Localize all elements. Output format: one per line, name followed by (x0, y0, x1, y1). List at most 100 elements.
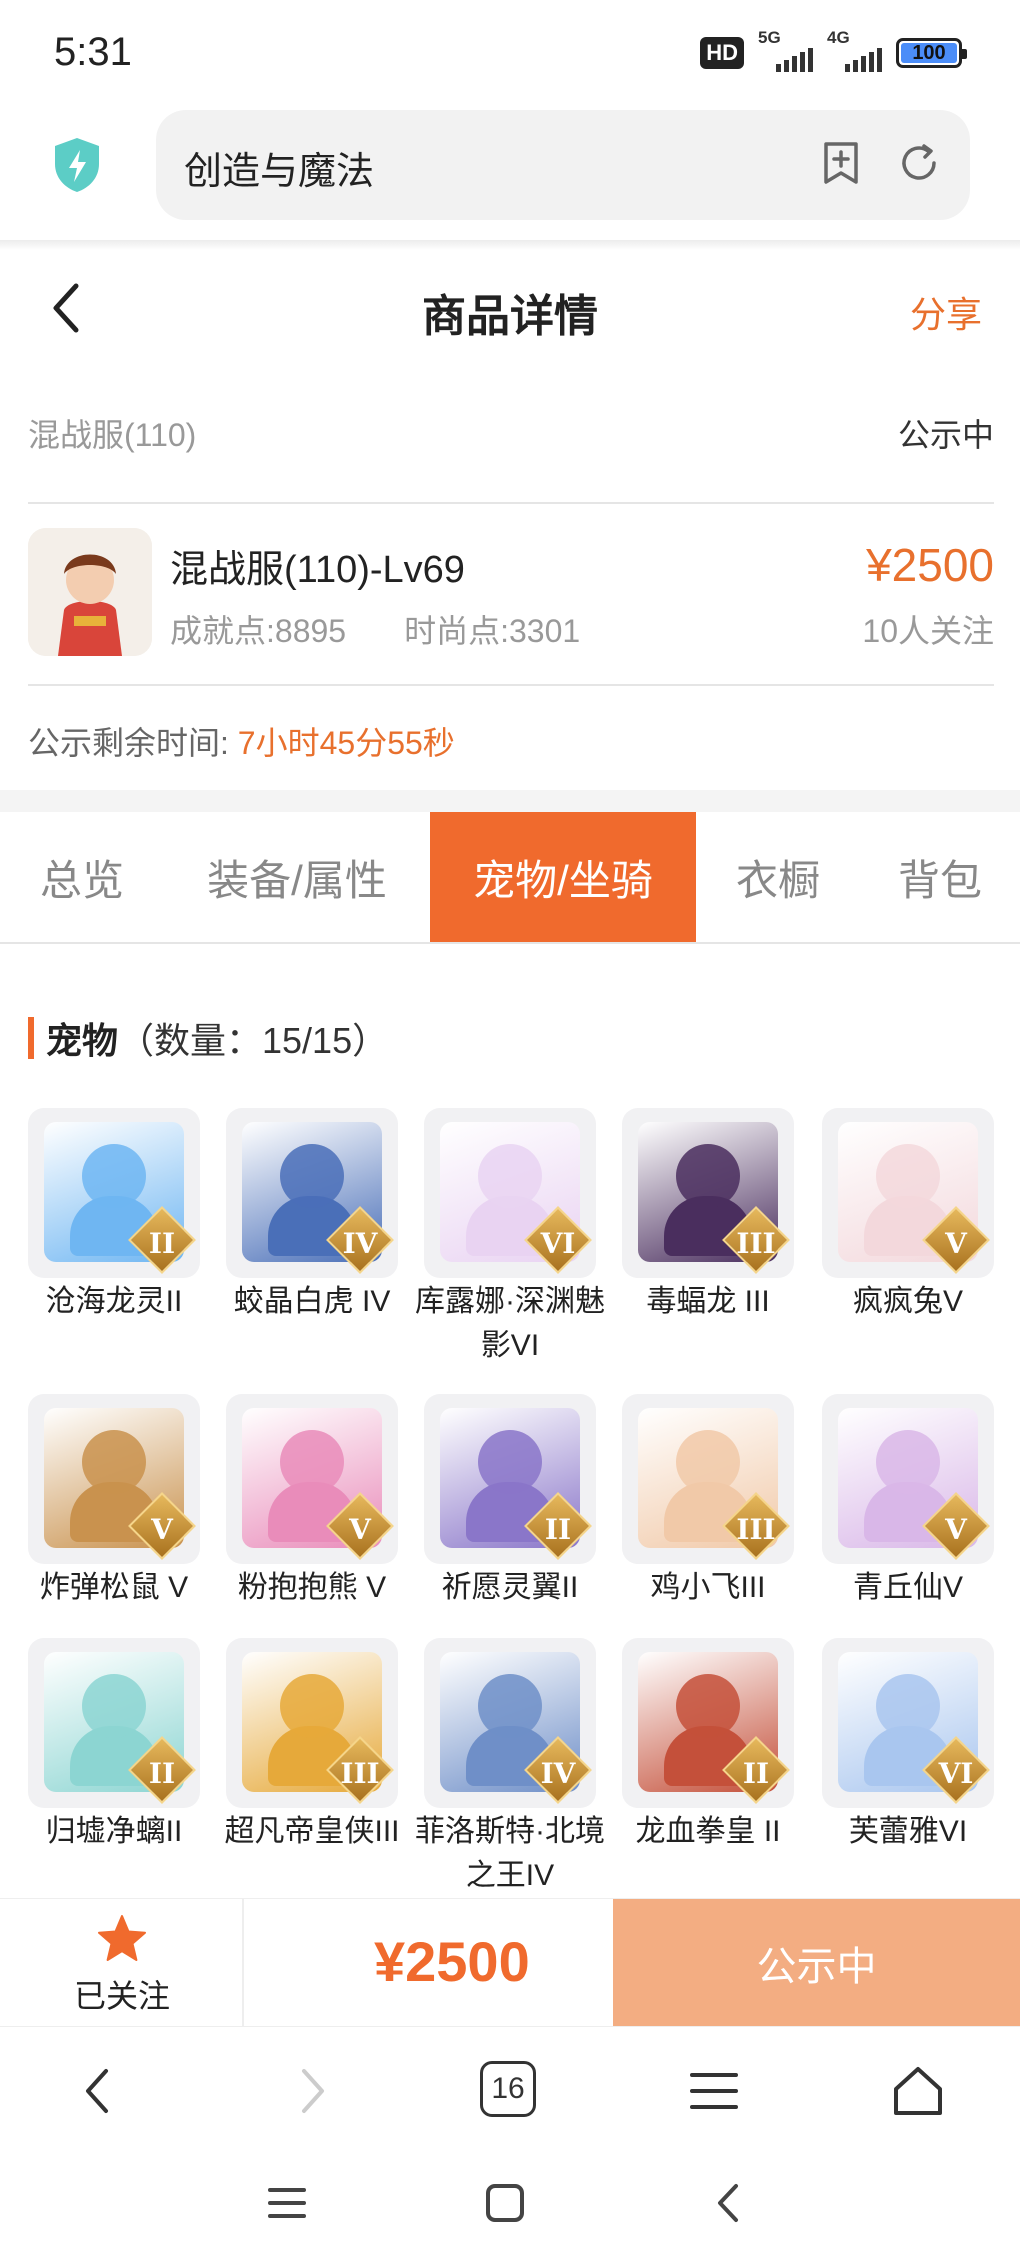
tab-pets-mounts[interactable]: 宠物/坐骑 (430, 812, 696, 942)
pet-name: 超凡帝皇侠III (224, 1815, 400, 1848)
pet-card[interactable]: II 祈愿灵翼II (424, 1394, 596, 1610)
pet-image: VI (822, 1638, 994, 1808)
pet-name: 炸弹松鼠 V (39, 1571, 189, 1604)
bottom-price: ¥2500 (374, 1930, 530, 1993)
character-summary[interactable]: 混战服(110)-Lv69 成就点:8895 时尚点:3301 ¥2500 10… (28, 528, 994, 656)
system-home-icon[interactable] (480, 2178, 530, 2228)
browser-forward-icon[interactable] (280, 2061, 340, 2121)
pet-card[interactable]: V 粉抱抱熊 V (226, 1394, 398, 1610)
pet-card[interactable]: III 毒蝠龙 III (622, 1108, 794, 1324)
page-title: 商品详情 (422, 292, 598, 341)
pet-rank: VI (540, 1227, 576, 1260)
hd-icon: HD (700, 37, 744, 69)
signal-4g-icon: 4G (827, 28, 882, 72)
divider (28, 684, 994, 686)
pet-card[interactable]: V 青丘仙V (822, 1394, 994, 1610)
security-shield-icon[interactable] (52, 136, 102, 194)
pet-image: V (822, 1108, 994, 1278)
status-icons: HD 5G 4G 100 (700, 28, 967, 72)
pet-rank: II (544, 1513, 572, 1546)
pet-card[interactable]: V 疯疯兔V (822, 1108, 994, 1324)
pet-rank: V (945, 1513, 967, 1546)
character-name: 混战服(110)-Lv69 (170, 549, 465, 591)
bookmark-add-icon[interactable] (816, 138, 866, 188)
character-avatar (28, 528, 152, 656)
pet-name: 库露娜·深渊魅影VI (415, 1285, 605, 1362)
pet-name: 疯疯兔V (852, 1285, 963, 1318)
listing-price: ¥2500 (866, 539, 994, 591)
pet-name: 青丘仙V (852, 1571, 963, 1604)
pet-image: II (28, 1108, 200, 1278)
countdown-value: 7小时45分55秒 (237, 725, 455, 761)
refresh-icon[interactable] (894, 138, 944, 188)
menu-icon[interactable] (684, 2061, 744, 2121)
pet-card[interactable]: VI 库露娜·深渊魅影VI (415, 1108, 605, 1368)
pet-card[interactable]: II 归墟净螭II (28, 1638, 200, 1854)
follow-button[interactable]: 已关注 (0, 1899, 244, 2027)
tab-backpack[interactable]: 背包 (860, 812, 1020, 942)
countdown-row: 公示剩余时间: 7小时45分55秒 (28, 718, 455, 764)
follow-label: 已关注 (73, 1978, 170, 2014)
pet-rank: V (151, 1513, 173, 1546)
pet-rank: III (736, 1227, 776, 1260)
pet-image: III (226, 1638, 398, 1808)
share-button[interactable]: 分享 (910, 286, 982, 338)
battery-icon: 100 (896, 38, 967, 68)
pet-image: V (822, 1394, 994, 1564)
pet-name: 粉抱抱熊 V (237, 1571, 387, 1604)
pet-rank: II (742, 1757, 770, 1790)
server-name: 混战服(110) (28, 417, 197, 453)
pet-rank: II (148, 1227, 176, 1260)
star-icon (98, 1915, 146, 1961)
pet-name: 毒蝠龙 III (646, 1285, 770, 1318)
pet-rank: IV (342, 1227, 378, 1260)
toolbar-divider (0, 240, 1020, 250)
pet-image: V (28, 1394, 200, 1564)
pet-image: V (226, 1394, 398, 1564)
listing-status: 公示中 (897, 417, 994, 453)
pets-section-title: 宠物 （数量：15/15） (28, 1012, 388, 1064)
pet-name: 祈愿灵翼II (441, 1571, 579, 1604)
address-bar[interactable]: 创造与魔法 (156, 110, 970, 220)
home-icon[interactable] (888, 2061, 948, 2121)
pet-rank: III (340, 1757, 380, 1790)
pet-card[interactable]: VI 芙蕾雅VI (822, 1638, 994, 1854)
fashion-points: 时尚点:3301 (404, 613, 581, 649)
divider (28, 502, 994, 504)
page-header: 商品详情 分享 (0, 250, 1020, 370)
pet-image: III (622, 1108, 794, 1278)
pet-card[interactable]: V 炸弹松鼠 V (28, 1394, 200, 1610)
pet-rank: IV (540, 1757, 576, 1790)
status-button[interactable]: 公示中 (613, 1899, 1020, 2027)
pet-card[interactable]: II 龙血拳皇 II (622, 1638, 794, 1854)
pet-name: 龙血拳皇 II (635, 1815, 781, 1848)
address-text[interactable]: 创造与魔法 (184, 140, 374, 195)
pet-image: II (622, 1638, 794, 1808)
character-stats: 成就点:8895 时尚点:3301 (170, 606, 580, 652)
pet-rank: V (349, 1513, 371, 1546)
tabs-count-button[interactable]: 16 (480, 2061, 536, 2117)
system-nav-bar (0, 2156, 1020, 2267)
pet-name: 沧海龙灵II (45, 1285, 183, 1318)
follower-count: 10人关注 (862, 613, 994, 649)
pet-image: II (424, 1394, 596, 1564)
system-back-icon[interactable] (704, 2178, 754, 2228)
pet-card[interactable]: II 沧海龙灵II (28, 1108, 200, 1324)
tab-equipment[interactable]: 装备/属性 (164, 812, 430, 942)
browser-back-icon[interactable] (70, 2061, 130, 2121)
pet-rank: V (945, 1227, 967, 1260)
section-spacer (0, 790, 1020, 812)
tab-overview[interactable]: 总览 (0, 812, 164, 942)
pet-card[interactable]: III 鸡小飞III (622, 1394, 794, 1610)
countdown-label: 公示剩余时间: (28, 725, 229, 761)
bottom-action-bar: 已关注 ¥2500 公示中 (0, 1898, 1020, 2027)
pet-card[interactable]: III 超凡帝皇侠III (224, 1638, 400, 1854)
pet-card[interactable]: IV 菲洛斯特·北境之王IV (415, 1638, 605, 1898)
tab-wardrobe[interactable]: 衣橱 (696, 812, 860, 942)
pet-card[interactable]: IV 蛟晶白虎 IV (226, 1108, 398, 1324)
recent-apps-icon[interactable] (262, 2178, 312, 2228)
pet-image: IV (226, 1108, 398, 1278)
pet-rank: II (148, 1757, 176, 1790)
status-bar: 5:31 HD 5G 4G 100 (0, 0, 1020, 110)
achievement-points: 成就点:8895 (170, 613, 347, 649)
